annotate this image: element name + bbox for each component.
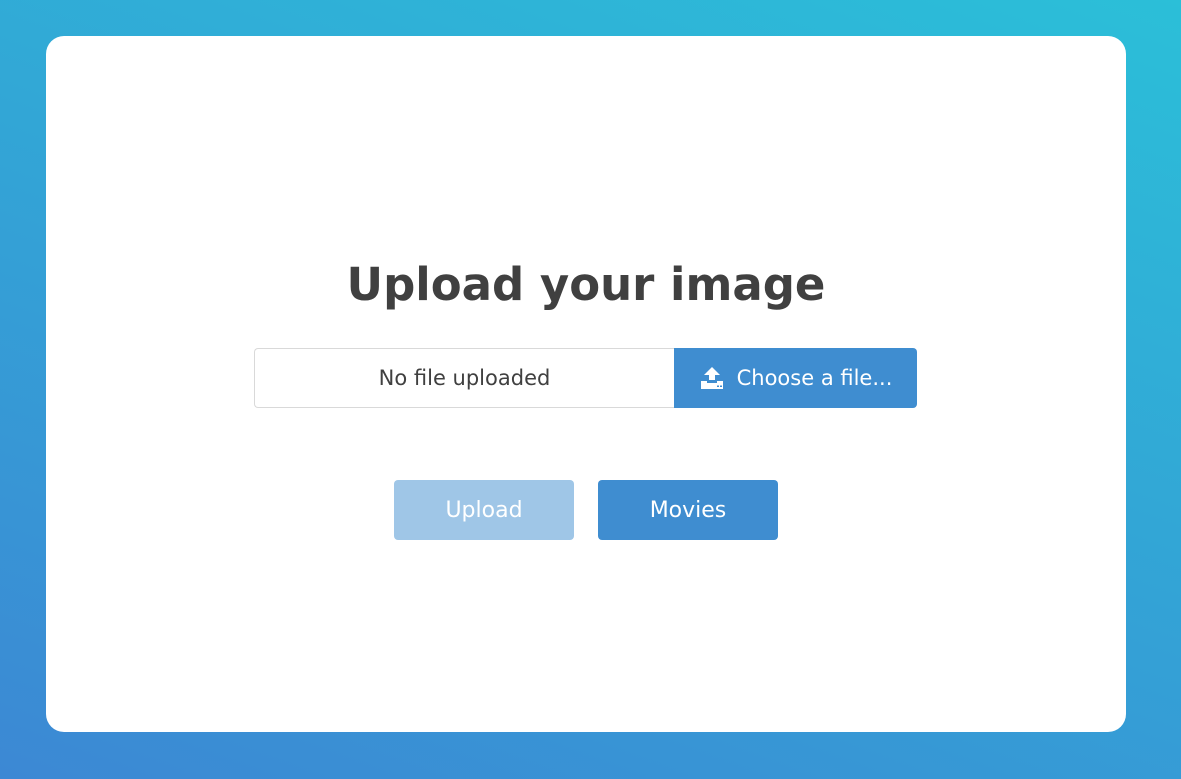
upload-icon (699, 365, 725, 391)
file-picker: No file uploaded Choose a file... (254, 348, 917, 408)
upload-button[interactable]: Upload (394, 480, 574, 540)
page-title: Upload your image (346, 258, 826, 311)
upload-card: Upload your image No file uploaded Choos… (46, 36, 1126, 732)
choose-file-button[interactable]: Choose a file... (674, 348, 917, 408)
movies-button[interactable]: Movies (598, 480, 778, 540)
action-buttons: Upload Movies (394, 480, 778, 540)
choose-file-label: Choose a file... (736, 366, 893, 390)
file-status-field: No file uploaded (254, 348, 674, 408)
